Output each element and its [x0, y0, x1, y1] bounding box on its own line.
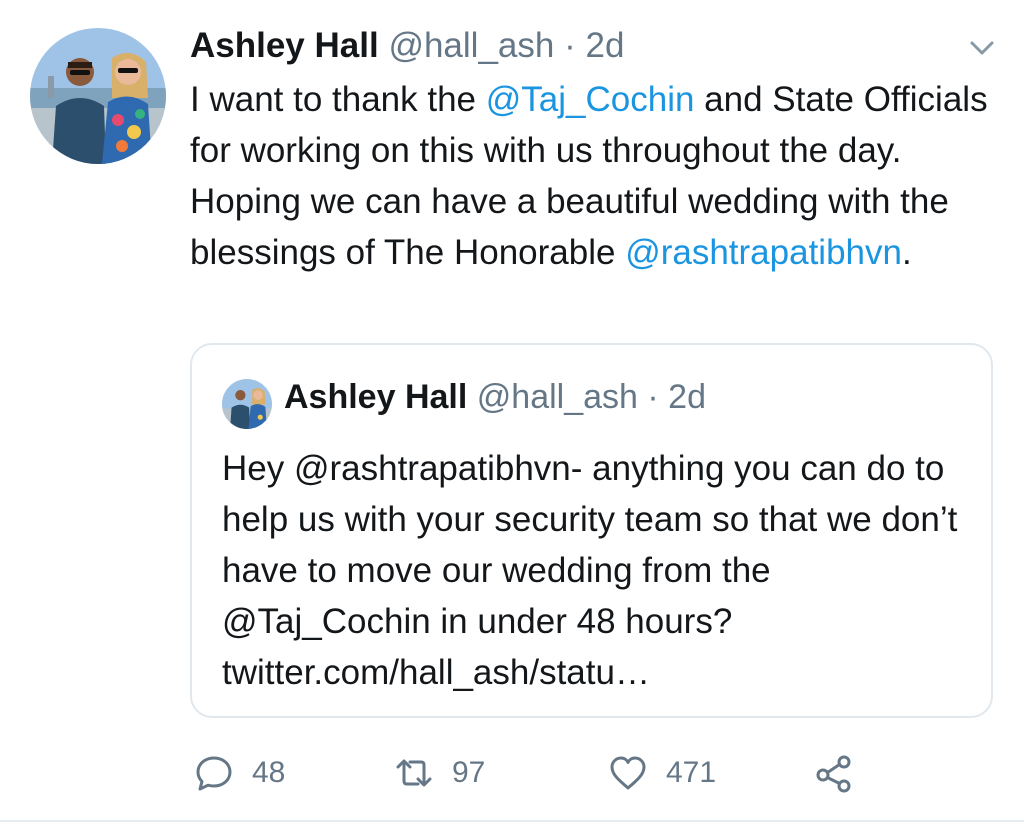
reply-count: 48	[252, 756, 286, 789]
heart-icon	[610, 756, 646, 790]
quoted-avatar[interactable]	[222, 379, 272, 429]
tweet[interactable]: Ashley Hall @hall_ash · 2d I want to tha…	[0, 0, 1024, 824]
quoted-header: Ashley Hall @hall_ash · 2d	[284, 375, 706, 419]
mention-link[interactable]: @rashtrapatibhvn	[625, 233, 902, 272]
quoted-author-name: Ashley Hall	[284, 378, 468, 416]
tweet-text: I want to thank the @Taj_Cochin and Stat…	[190, 74, 990, 278]
reply-icon	[196, 756, 232, 791]
divider	[0, 820, 1024, 822]
tweet-header: Ashley Hall @hall_ash · 2d	[190, 24, 624, 68]
tweet-timestamp[interactable]: 2d	[585, 26, 624, 65]
separator-dot: ·	[647, 378, 659, 416]
mention-link[interactable]: @Taj_Cochin	[486, 80, 695, 119]
share-icon	[816, 755, 851, 793]
quoted-text: Hey @rashtrapatibhvn- anything you can d…	[222, 449, 958, 692]
quoted-tweet[interactable]: Ashley Hall @hall_ash · 2d Hey @rashtrap…	[190, 343, 993, 718]
separator-dot: ·	[564, 26, 576, 65]
reply-button[interactable]: 48	[194, 748, 285, 798]
quoted-timestamp: 2d	[668, 378, 706, 416]
avatar-image	[30, 28, 166, 164]
quoted-avatar-image	[222, 379, 272, 429]
text-segment: .	[901, 233, 912, 272]
author-name[interactable]: Ashley Hall	[190, 26, 379, 65]
share-button[interactable]	[814, 748, 872, 798]
like-button[interactable]: 471	[608, 748, 716, 798]
retweet-count: 97	[452, 756, 486, 789]
quoted-author-handle: @hall_ash	[476, 378, 638, 416]
retweet-icon	[396, 759, 432, 787]
like-count: 471	[666, 756, 717, 789]
avatar[interactable]	[30, 28, 166, 164]
author-handle[interactable]: @hall_ash	[388, 26, 554, 65]
chevron-down-icon[interactable]	[966, 36, 998, 60]
retweet-button[interactable]: 97	[394, 748, 485, 798]
tweet-actions: 48 97 471	[190, 748, 890, 798]
text-segment: I want to thank the	[190, 80, 486, 119]
